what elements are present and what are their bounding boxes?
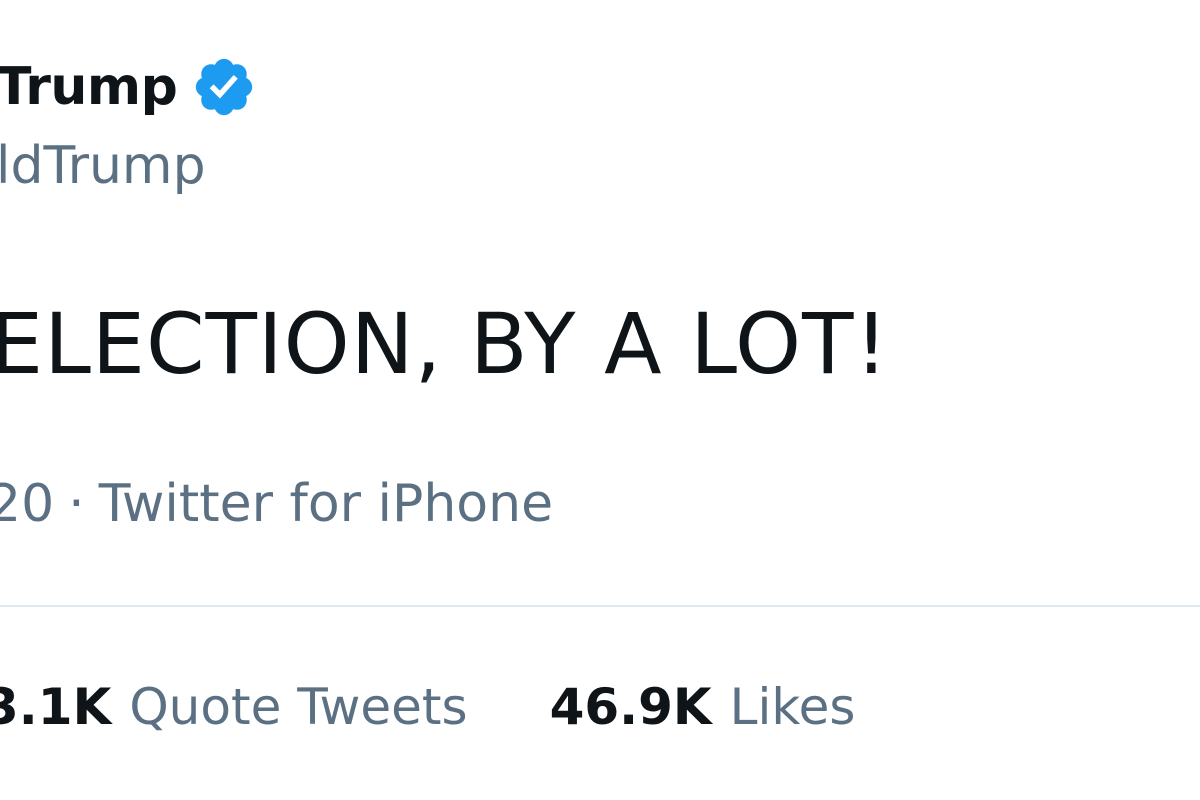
verified-badge-icon: [196, 58, 253, 116]
author-display-name[interactable]: Trump: [0, 61, 178, 113]
divider: [0, 605, 1200, 607]
likes-count: 46.9K: [549, 678, 712, 736]
meta-separator: ·: [68, 474, 85, 534]
quote-tweets-count: 3.1K: [0, 678, 112, 736]
tweet-meta: 20 · Twitter for iPhone: [0, 478, 553, 530]
author-name-row: Trump: [0, 54, 257, 120]
likes-stat[interactable]: 46.9K Likes: [550, 682, 856, 732]
author-handle[interactable]: ldTrump: [0, 140, 206, 192]
tweet-source[interactable]: Twitter for iPhone: [99, 474, 553, 534]
tweet-date[interactable]: 20: [0, 474, 54, 534]
tweet-stats: 3.1K Quote Tweets 46.9K Likes: [0, 682, 855, 732]
tweet-card: Trump ldTrump ELECTION, BY A LOT! 20 · Twi…: [0, 0, 1200, 800]
quote-tweets-stat[interactable]: 3.1K Quote Tweets: [0, 682, 468, 732]
quote-tweets-label: Quote Tweets: [129, 678, 468, 736]
tweet-text: ELECTION, BY A LOT!: [0, 295, 890, 393]
likes-label: Likes: [729, 678, 856, 736]
